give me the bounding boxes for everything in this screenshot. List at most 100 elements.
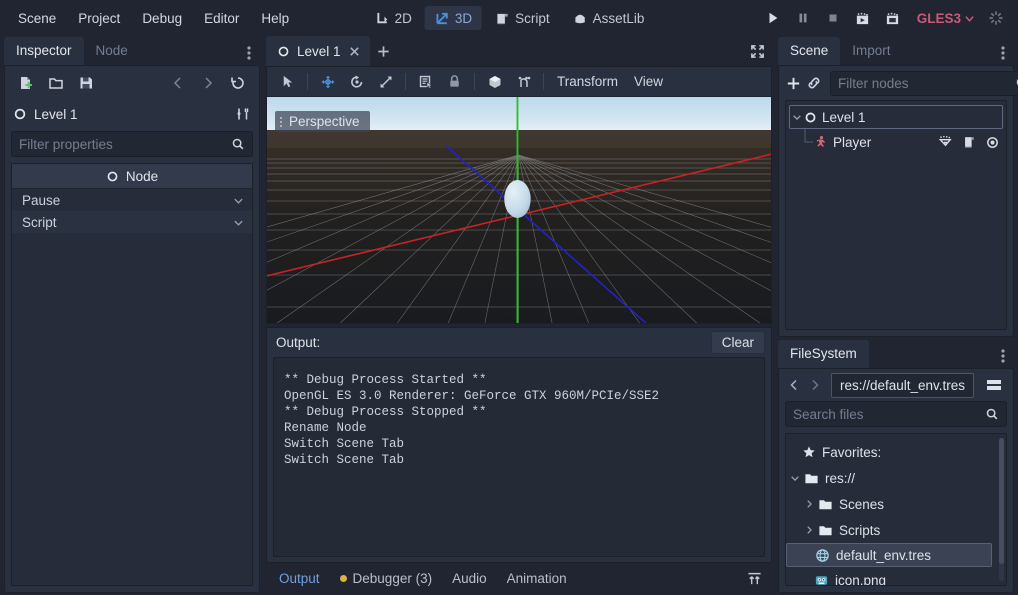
script-attached-icon[interactable] <box>962 135 976 149</box>
filesystem-path-field[interactable]: res://default_env.tres <box>830 372 975 398</box>
mode-assetlib-label: AssetLib <box>592 10 645 26</box>
rotate-mode-button[interactable] <box>342 69 371 94</box>
clear-output-button[interactable]: Clear <box>710 331 765 354</box>
new-resource-button[interactable] <box>13 71 39 95</box>
renderer-selector[interactable]: GLES3 <box>909 8 980 29</box>
filesystem-tab-bar: FileSystem <box>778 339 1014 368</box>
bottom-tab-animation[interactable]: Animation <box>498 567 576 590</box>
chevron-down-icon[interactable] <box>790 473 804 483</box>
play-custom-scene-button[interactable] <box>879 5 907 31</box>
add-node-button[interactable] <box>785 71 802 95</box>
add-scene-tab-button[interactable] <box>370 36 398 66</box>
filesystem-back-button[interactable] <box>785 374 803 396</box>
filesystem-menu-button[interactable] <box>992 344 1014 368</box>
select-mode-button[interactable] <box>273 69 302 94</box>
instance-scene-button[interactable] <box>806 71 822 95</box>
filesystem-split-toggle[interactable] <box>981 373 1007 397</box>
visibility-eye-icon[interactable] <box>985 135 1000 150</box>
viewport-camera-label[interactable]: Perspective <box>275 111 370 132</box>
play-button[interactable] <box>759 5 787 31</box>
back-arrow-icon <box>171 76 185 90</box>
scene-tree[interactable]: Level 1 Player <box>785 100 1007 330</box>
tab-node[interactable]: Node <box>84 37 140 65</box>
scale-mode-button[interactable] <box>371 69 400 94</box>
menu-project[interactable]: Project <box>68 7 130 30</box>
filesystem-tree[interactable]: Favorites: res:// Scenes Scripts default… <box>785 433 1007 586</box>
3d-viewport[interactable]: Perspective <box>267 97 771 323</box>
inspector-menu-button[interactable] <box>238 41 260 65</box>
filesystem-scrollbar[interactable] <box>999 438 1004 581</box>
play-scene-button[interactable] <box>849 5 877 31</box>
mode-3d-button[interactable]: 3D <box>424 6 482 30</box>
move-mode-button[interactable] <box>313 69 342 94</box>
tab-filesystem[interactable]: FileSystem <box>778 340 869 368</box>
mode-script-button[interactable]: Script <box>485 6 559 30</box>
chevron-down-icon[interactable] <box>233 217 244 228</box>
inspector-back-button[interactable] <box>165 71 191 95</box>
object-tools-icon[interactable] <box>235 106 251 122</box>
filesystem-search-field[interactable] <box>785 401 1007 427</box>
menu-debug[interactable]: Debug <box>132 7 192 30</box>
save-resource-button[interactable] <box>73 71 99 95</box>
view-menu-button[interactable]: View <box>626 70 671 93</box>
bottom-tab-debugger[interactable]: Debugger (3) <box>331 567 442 590</box>
open-resource-button[interactable] <box>43 71 69 95</box>
filesystem-entry-default-env[interactable]: default_env.tres <box>786 543 992 567</box>
transform-menu-button[interactable]: Transform <box>549 70 626 93</box>
folder-icon <box>818 497 833 512</box>
property-category-node[interactable]: Node <box>12 164 252 189</box>
list-select-button[interactable] <box>411 69 440 94</box>
output-log[interactable]: ** Debug Process Started ** OpenGL ES 3.… <box>273 357 765 557</box>
tab-scene[interactable]: Scene <box>778 37 841 65</box>
property-row-script[interactable]: Script <box>12 211 252 233</box>
local-space-button[interactable] <box>480 69 509 94</box>
tab-inspector[interactable]: Inspector <box>4 37 84 65</box>
search-files-input[interactable] <box>793 406 985 422</box>
pause-button[interactable] <box>789 5 817 31</box>
scale-mode-icon <box>378 74 394 90</box>
filesystem-entry-icon-png[interactable]: icon.png <box>786 567 1006 586</box>
save-resource-icon <box>78 75 94 91</box>
scene-node-level-1[interactable]: Level 1 <box>789 105 1003 129</box>
filter-properties-input[interactable] <box>19 136 231 152</box>
godot-icon <box>814 573 829 586</box>
filesystem-entry-res-root[interactable]: res:// <box>786 465 1006 491</box>
chevron-right-icon[interactable] <box>804 525 818 535</box>
filesystem-favorites-header[interactable]: Favorites: <box>786 439 1006 465</box>
main-menu-bar: Scene Project Debug Editor Help 2D 3D Sc… <box>0 0 1018 36</box>
property-row-pause[interactable]: Pause <box>12 189 252 211</box>
play-custom-scene-icon <box>885 11 900 26</box>
kinematic-body-icon <box>814 135 828 149</box>
inspector-history-button[interactable] <box>225 71 251 95</box>
filesystem-forward-button[interactable] <box>806 374 824 396</box>
menu-scene[interactable]: Scene <box>8 7 66 30</box>
tab-import[interactable]: Import <box>840 37 902 65</box>
filesystem-entry-scripts[interactable]: Scripts <box>786 517 1006 543</box>
chevron-down-icon[interactable] <box>233 195 244 206</box>
close-icon[interactable] <box>348 46 361 57</box>
menu-help[interactable]: Help <box>251 7 299 30</box>
filesystem-entry-scenes[interactable]: Scenes <box>786 491 1006 517</box>
filter-nodes-input[interactable] <box>838 75 1015 91</box>
scene-node-label: Player <box>833 134 872 150</box>
inspector-forward-button[interactable] <box>195 71 221 95</box>
expand-bottom-panel-button[interactable] <box>740 565 768 591</box>
mode-assetlib-button[interactable]: AssetLib <box>563 6 654 30</box>
bottom-tab-audio[interactable]: Audio <box>443 567 496 590</box>
bottom-tab-output[interactable]: Output <box>270 567 329 590</box>
stop-button[interactable] <box>819 5 847 31</box>
mode-2d-button[interactable]: 2D <box>365 6 421 30</box>
lock-selection-button[interactable] <box>440 69 469 94</box>
filter-nodes-field[interactable] <box>830 70 1018 96</box>
groups-icon[interactable] <box>938 135 953 150</box>
scene-menu-button[interactable] <box>992 41 1014 65</box>
chevron-down-icon[interactable] <box>790 112 804 122</box>
property-filter[interactable] <box>11 131 253 157</box>
distraction-free-button[interactable] <box>742 38 772 64</box>
snap-mode-button[interactable] <box>509 69 538 94</box>
menu-editor[interactable]: Editor <box>194 7 249 30</box>
scene-node-player[interactable]: Player <box>786 129 1006 155</box>
scene-tab-level-1[interactable]: Level 1 <box>266 36 370 66</box>
chevron-right-icon[interactable] <box>804 499 818 509</box>
3d-icon <box>434 10 450 26</box>
